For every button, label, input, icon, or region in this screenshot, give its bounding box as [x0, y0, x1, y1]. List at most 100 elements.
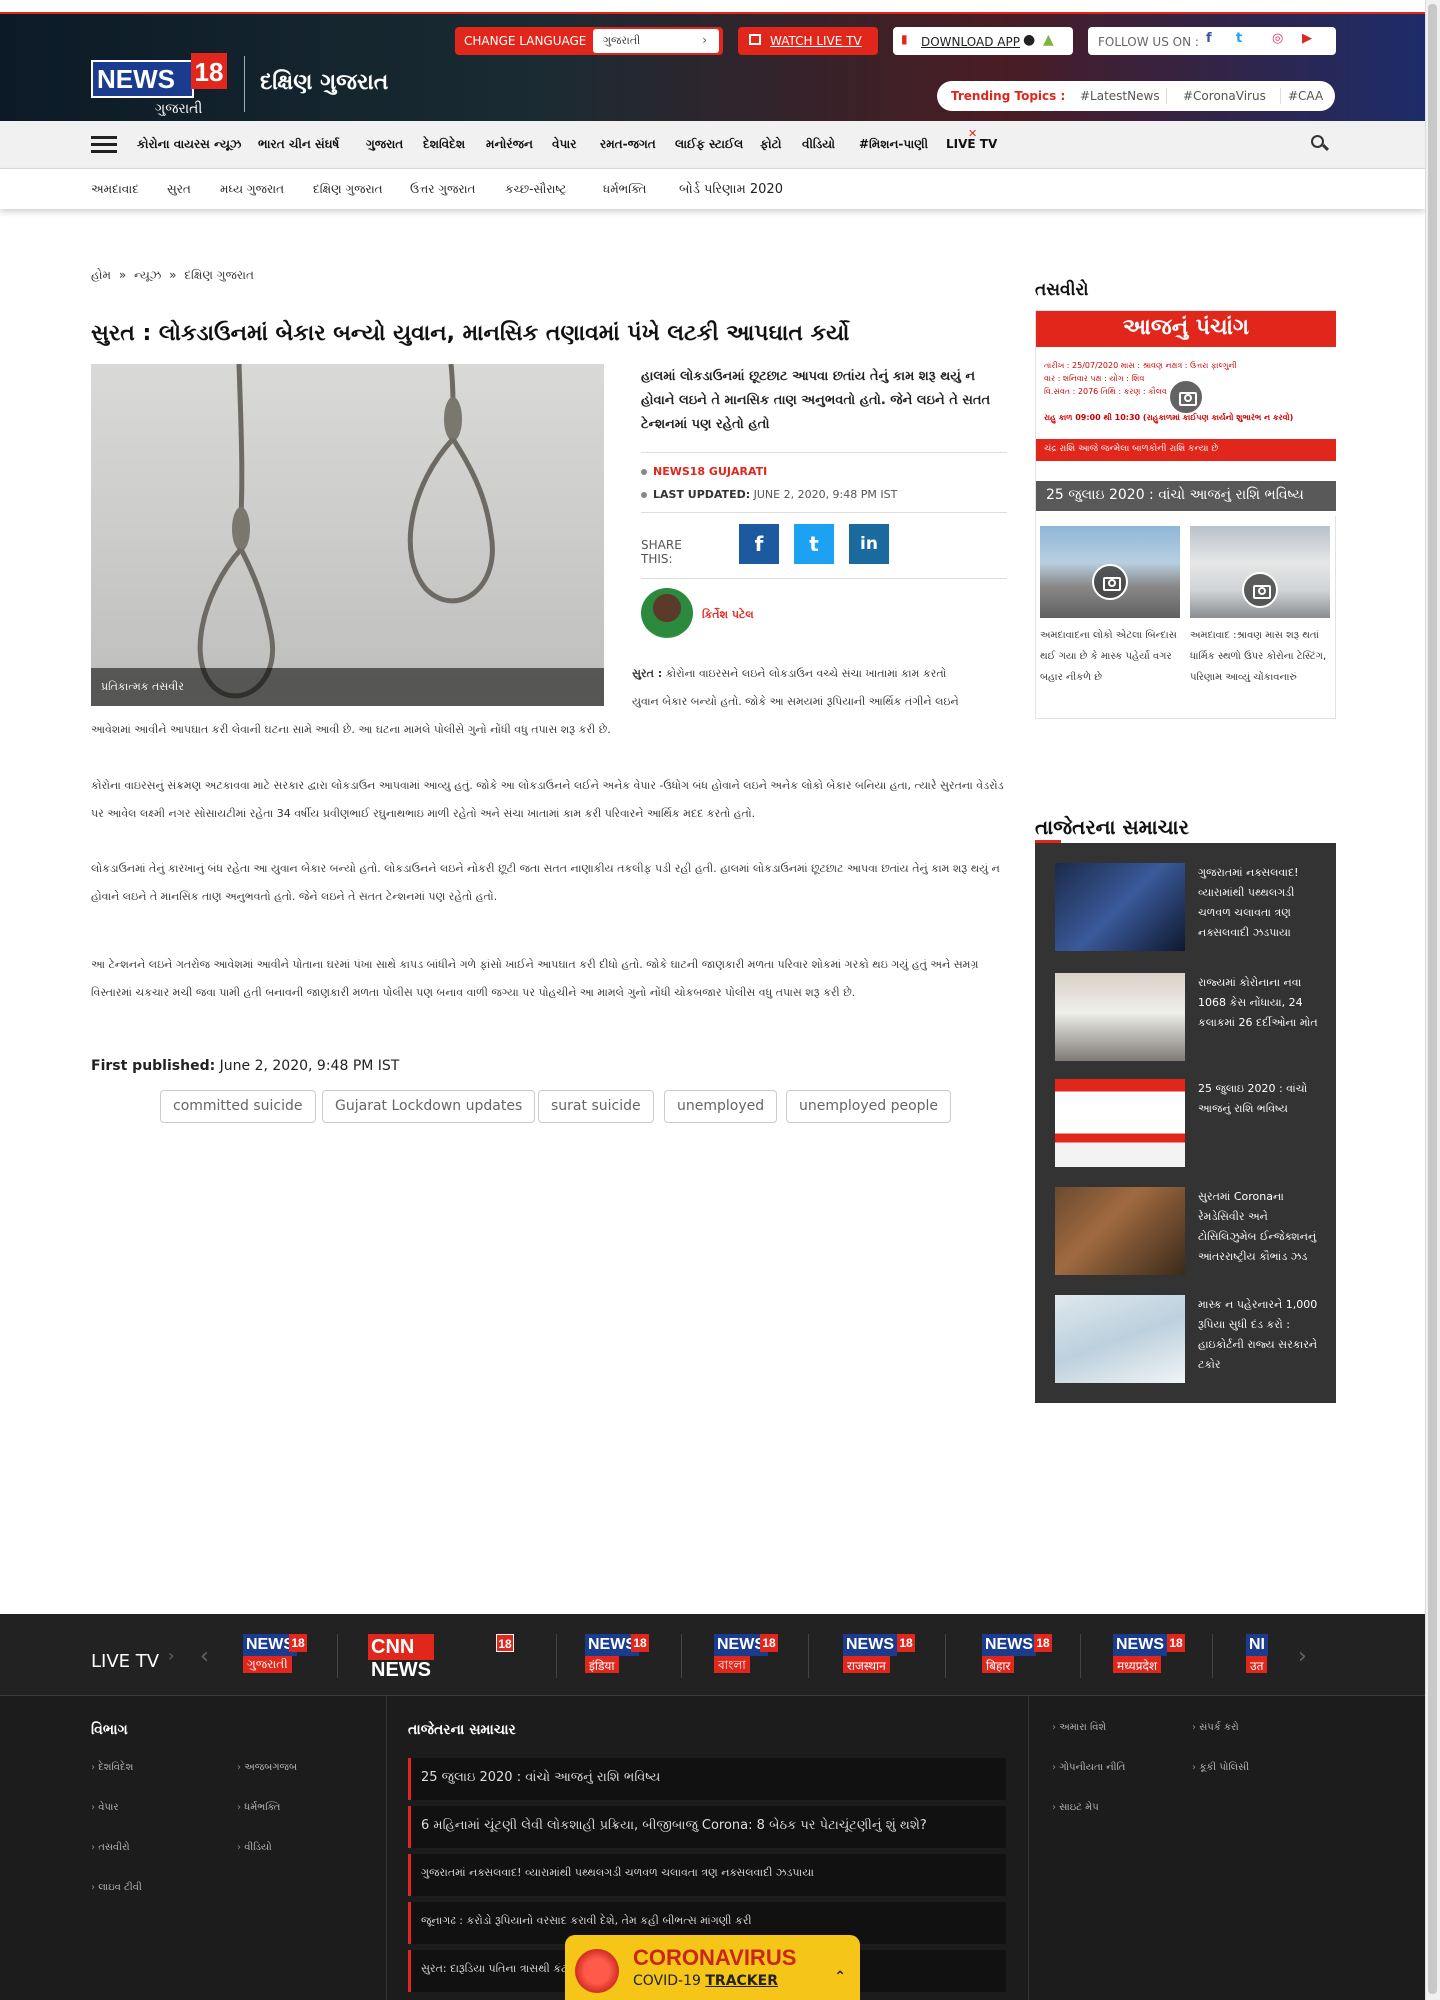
youtube-icon[interactable]: ▶	[1302, 31, 1312, 46]
nav-item[interactable]: ગુજરાત	[366, 137, 403, 152]
trending-tag[interactable]: #CAA	[1288, 89, 1323, 103]
panchang-photo[interactable]: આજનું પંચાંગ તારીખ : 25/07/2020 માસ : શ્…	[1036, 311, 1336, 516]
facebook-icon[interactable]: f	[1206, 31, 1212, 46]
nav-item[interactable]: વીડિયો	[802, 137, 835, 152]
breadcrumb: હોમ » ન્યૂઝ » દક્ષિણ ગુજરાત	[91, 268, 258, 283]
footer-news-item[interactable]: 25 જુલાઇ 2020 : વાંચો આજનું રાશિ ભવિષ્ય	[408, 1758, 1006, 1800]
breadcrumb-current[interactable]: દક્ષિણ ગુજરાત	[184, 268, 254, 282]
twitter-icon[interactable]: t	[1236, 31, 1242, 46]
share-facebook-icon[interactable]: f	[739, 524, 779, 564]
share-linkedin-icon[interactable]: in	[849, 524, 889, 564]
coronavirus-tracker[interactable]: CORONAVIRUS COVID-19 TRACKER ⌃	[565, 1935, 860, 2000]
channel-label: राजस्थान	[843, 1656, 890, 1673]
footer-link[interactable]: સાઇટ મેપ	[1052, 1802, 1099, 1813]
author-avatar[interactable]	[641, 588, 693, 638]
channel-label: उत	[1246, 1656, 1268, 1673]
footer-link[interactable]: અજબગજબ	[237, 1762, 297, 1773]
author-name[interactable]: કિર્તેશ પટેલ	[702, 608, 754, 622]
photo-thumbnail[interactable]	[1040, 526, 1180, 618]
footer-link[interactable]: તસવીરો	[91, 1842, 130, 1853]
sub-nav-item[interactable]: બોર્ડ પરિણામ 2020	[679, 182, 783, 197]
photos-title[interactable]: તસવીરો	[1035, 280, 1089, 300]
news18-logo[interactable]: NEWS 18 ગુજરાતી	[91, 51, 229, 119]
tag[interactable]: unemployed people	[786, 1090, 952, 1123]
photo-thumbnail[interactable]	[1190, 526, 1330, 618]
footer-link[interactable]: કૂકી પોલિસી	[1192, 1762, 1249, 1773]
sub-nav-item[interactable]: કચ્છ-સૌરાષ્ટ્ર	[505, 182, 567, 197]
breadcrumb-news[interactable]: ન્યૂઝ	[134, 268, 161, 282]
divider	[556, 1634, 557, 1678]
covid-title: CORONAVIRUS	[633, 1945, 797, 1970]
tag[interactable]: Gujarat Lockdown updates	[322, 1090, 536, 1123]
footer-link[interactable]: ધર્મભક્તિ	[237, 1802, 280, 1813]
share-twitter-icon[interactable]: t	[794, 524, 834, 564]
footer-link[interactable]: દેશવિદેશ	[91, 1762, 133, 1773]
nav-item[interactable]: દેશવિદેશ	[423, 137, 465, 152]
footer-link[interactable]: વીડિયો	[237, 1842, 272, 1853]
latest-news-item[interactable]: સુરતમાં Coronaના રેમડેસિવીર અને ટોસિલિઝુ…	[1055, 1187, 1325, 1277]
tag[interactable]: unemployed	[664, 1090, 778, 1123]
watch-live-tv-button[interactable]: WATCH LIVE TV	[738, 27, 878, 55]
nav-item[interactable]: વેપાર	[552, 137, 576, 152]
android-icon[interactable]: ▲	[1043, 32, 1054, 48]
section-title[interactable]: દક્ષિણ ગુજરાત	[260, 70, 388, 95]
nav-item[interactable]: ભારત ચીન સંઘર્ષ	[258, 137, 339, 152]
nav-item[interactable]: #મિશન-પાણી	[859, 137, 928, 152]
follow-us-label: FOLLOW US ON :	[1098, 35, 1199, 49]
latest-news-item[interactable]: રાજ્યમાં કોરોનાના નવા 1068 કેસ નોંધાયા, …	[1055, 973, 1325, 1063]
sub-nav-item[interactable]: મધ્ય ગુજરાત	[220, 182, 284, 197]
menu-icon[interactable]	[91, 136, 117, 154]
nav-item[interactable]: રમત-જગત	[600, 137, 656, 152]
news-thumbnail	[1055, 1079, 1185, 1167]
nav-item[interactable]: કોરોના વાયરસ ન્યૂઝ	[137, 137, 241, 152]
nav-item[interactable]: ફોટો	[760, 137, 782, 152]
footer-news-item[interactable]: 6 મહિનામાં ચૂંટણી લેવી લોકશાહી પ્રક્રિયા…	[408, 1806, 1006, 1848]
scrollbar[interactable]	[1425, 0, 1440, 2000]
apple-icon[interactable]: ●	[1023, 32, 1035, 48]
footer-link[interactable]: લાઇવ ટીવી	[91, 1882, 142, 1893]
chevron-up-icon[interactable]: ⌃	[834, 1969, 846, 1985]
logo-sub: ગુજરાતી	[155, 101, 203, 117]
source[interactable]: NEWS18 GUJARATI	[653, 465, 767, 478]
nav-item[interactable]: મનોરંજન	[486, 137, 533, 152]
tag[interactable]: committed suicide	[160, 1090, 316, 1123]
search-icon[interactable]	[1311, 135, 1330, 153]
tag[interactable]: surat suicide	[538, 1090, 654, 1123]
latest-news-item[interactable]: 25 જુલાઇ 2020 : વાંચો આજનું રાશિ ભવિષ્ય	[1055, 1079, 1325, 1169]
sub-nav-item[interactable]: ઉત્તર ગુજરાત	[410, 182, 475, 197]
sub-nav-item[interactable]: ધર્મભક્તિ	[603, 182, 647, 197]
breadcrumb-home[interactable]: હોમ	[91, 268, 111, 282]
logo-num: 18	[191, 53, 227, 89]
channel-label: मध्यप्रदेश	[1113, 1656, 1162, 1673]
sub-nav-item[interactable]: સુરત	[167, 182, 191, 197]
nav-live-tv[interactable]: LIVE TV	[946, 137, 997, 151]
footer-news-item[interactable]: ગુજરાતમાં નક્સલવાદ! વ્યારામાંથી પથ્થલગડી…	[408, 1854, 1006, 1896]
latest-news-item[interactable]: ગુજરાતમાં નક્સલવાદ! વ્યારામાંથી પથ્થલગડી…	[1055, 863, 1325, 953]
trending-tag[interactable]: #LatestNews	[1080, 89, 1160, 103]
trending-separator	[1280, 88, 1281, 104]
language-value: ગુજરાતી	[603, 34, 641, 47]
carousel-next-icon[interactable]: ›	[1298, 1644, 1307, 1669]
carousel-prev-icon[interactable]: ‹	[200, 1644, 209, 1669]
latest-news-list: ગુજરાતમાં નક્સલવાદ! વ્યારામાંથી પથ્થલગડી…	[1035, 843, 1336, 1403]
download-app-button[interactable]: ▮ DOWNLOAD APP ● ▲	[893, 27, 1073, 55]
trending-separator	[1166, 88, 1167, 104]
channel-label: ગુજરાતી	[243, 1656, 292, 1673]
footer-link[interactable]: સંપર્ક કરો	[1192, 1722, 1239, 1733]
nav-item[interactable]: લાઈફ સ્ટાઈલ	[675, 137, 743, 152]
photo-thumb-caption[interactable]: અમદાવાદ :શ્રાવણ માસ શરૂ થતાં ધાર્મિક સ્થ…	[1190, 625, 1330, 688]
sub-nav-item[interactable]: દક્ષિણ ગુજરાત	[313, 182, 383, 197]
footer-link[interactable]: અમારા વિશે	[1052, 1722, 1106, 1733]
language-select[interactable]: ગુજરાતી ›	[593, 29, 719, 53]
latest-news-item[interactable]: માસ્ક ન પહેરનારને 1,000 રૂપિયા સુધી દંડ …	[1055, 1295, 1325, 1385]
vibhag-title: વિભાગ	[91, 1722, 128, 1738]
sub-nav-item[interactable]: અમદાવાદ	[91, 182, 139, 197]
footer-link[interactable]: ગોપનીયતા નીતિ	[1052, 1762, 1125, 1773]
instagram-icon[interactable]: ◎	[1272, 31, 1283, 46]
photo-thumb-caption[interactable]: અમદાવાદના લોકો એટલા બિન્દાસ થઈ ગયા છે કે…	[1040, 625, 1180, 688]
trending-tag[interactable]: #CoronaVirus	[1183, 89, 1266, 103]
sub-nav: અમદાવાદ સુરત મધ્ય ગુજરાત દક્ષિણ ગુજરાત ઉ…	[0, 169, 1425, 209]
image-caption: પ્રતિકાત્મક તસવીર	[91, 668, 604, 706]
scrollbar-thumb[interactable]	[1428, 4, 1437, 1994]
footer-link[interactable]: વેપાર	[91, 1802, 118, 1813]
